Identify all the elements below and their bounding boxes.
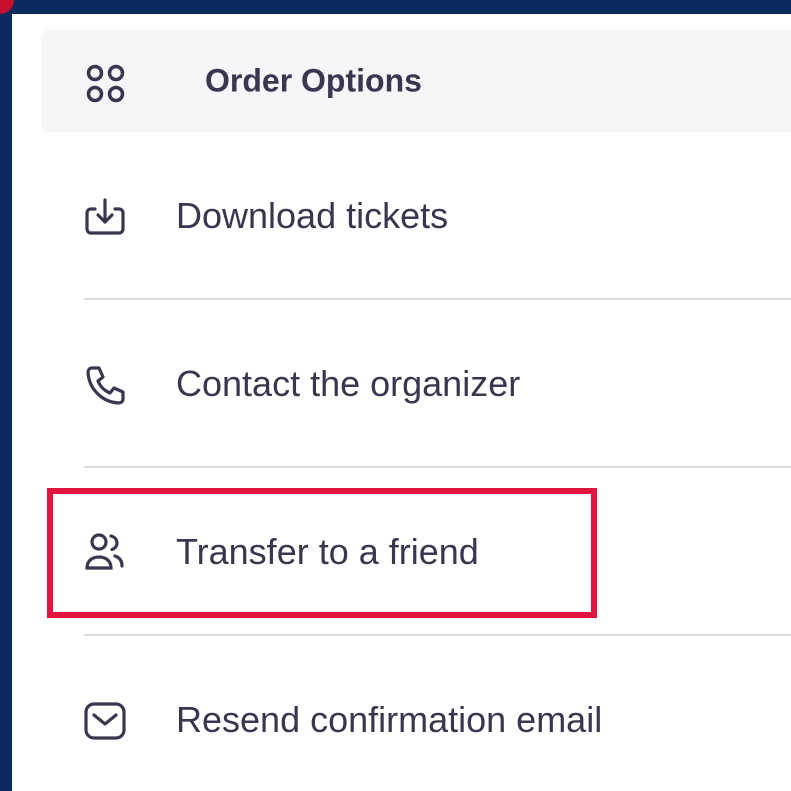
menu-item-contact-organizer[interactable]: Contact the organizer — [42, 318, 791, 448]
order-options-title: Order Options — [205, 62, 422, 99]
download-icon — [82, 194, 128, 240]
phone-icon — [82, 362, 128, 408]
mail-icon — [82, 698, 128, 744]
menu-item-label: Contact the organizer — [176, 363, 521, 404]
highlight-box — [47, 488, 597, 618]
grid-icon — [86, 64, 126, 104]
menu-item-label: Resend confirmation email — [176, 699, 603, 740]
corner-accent — [0, 0, 14, 14]
order-options-header[interactable]: Order Options — [41, 30, 791, 132]
order-options-panel: Order Options Download tickets Contact t… — [12, 14, 791, 791]
menu-item-resend-confirmation[interactable]: Resend confirmation email — [42, 654, 791, 784]
menu-item-label: Download tickets — [176, 195, 449, 236]
divider — [84, 466, 791, 468]
menu-item-download-tickets[interactable]: Download tickets — [42, 150, 791, 280]
divider — [84, 298, 791, 300]
divider — [84, 634, 791, 636]
